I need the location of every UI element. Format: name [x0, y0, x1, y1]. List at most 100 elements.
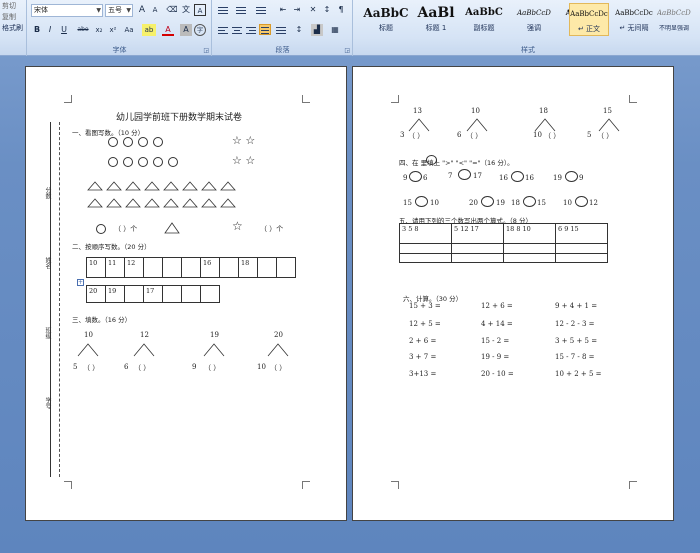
number-bond-lines-icon — [77, 343, 289, 357]
sequence-cell[interactable] — [162, 285, 182, 303]
compare-circle[interactable] — [458, 169, 471, 180]
format-painter-button[interactable]: 格式刷 — [2, 23, 23, 33]
dropdown-arrow-icon[interactable]: ▼ — [126, 5, 131, 16]
increase-indent-icon[interactable]: ⇥ — [291, 4, 303, 16]
style-subtle-emphasis[interactable]: AaBbCcDc 不明显强调 — [657, 3, 691, 36]
tree-blank[interactable]: （ ） — [134, 363, 150, 373]
align-right-icon[interactable] — [245, 25, 257, 36]
sequence-cell[interactable]: 11 — [105, 257, 125, 278]
document-page-1[interactable]: 分数 姓名 班级 学号 幼儿园学前班下册数学期末试卷 一、看图写数。（10 分）… — [25, 66, 347, 521]
copy-button[interactable]: 复制 — [2, 12, 16, 22]
compare-circle[interactable] — [481, 196, 494, 207]
tree-blank[interactable]: （ ） — [544, 131, 560, 141]
compare-right: 15 — [537, 199, 546, 207]
tree-blank[interactable]: （ ） — [408, 131, 424, 141]
bold-button[interactable]: B — [31, 24, 43, 36]
align-center-icon[interactable] — [231, 25, 243, 36]
shrink-font-button[interactable]: A — [149, 4, 161, 16]
font-name-combo[interactable]: 宋体 ▼ — [31, 4, 103, 17]
sequence-cell[interactable] — [181, 285, 201, 303]
answer-cell[interactable] — [555, 243, 608, 254]
compare-right: 10 — [430, 199, 439, 207]
bullets-icon[interactable] — [217, 5, 229, 16]
sort-icon[interactable]: ↕ — [321, 4, 333, 16]
strikethrough-button[interactable]: abe — [75, 24, 91, 36]
subscript-button[interactable]: x₂ — [93, 24, 105, 36]
borders-icon[interactable]: ▦ — [329, 24, 341, 36]
underline-button[interactable]: U — [58, 24, 70, 36]
style-title[interactable]: AaBbC 标题 — [360, 3, 412, 36]
sequence-cell[interactable] — [162, 257, 182, 278]
tree-blank[interactable]: （ ） — [597, 131, 613, 141]
style-normal[interactable]: AaBbCcDc ↵ 正文 — [569, 3, 609, 36]
sequence-cell[interactable]: 18 — [238, 257, 258, 278]
style-no-spacing[interactable]: AaBbCcDc ↵ 无间隔 — [612, 3, 656, 36]
char-border-button[interactable]: A — [194, 4, 206, 16]
table-move-handle-icon[interactable]: + — [77, 279, 84, 286]
sequence-cell[interactable] — [219, 257, 239, 278]
line-spacing-icon[interactable]: ↕ — [293, 24, 305, 36]
change-case-button[interactable]: Aa — [121, 24, 137, 36]
multilevel-list-icon[interactable] — [255, 5, 267, 16]
numbering-icon[interactable] — [235, 5, 247, 16]
sequence-cell[interactable] — [200, 285, 220, 303]
tree-blank[interactable]: （ ） — [466, 131, 482, 141]
clear-format-button[interactable]: ⌫ — [166, 4, 178, 16]
align-left-icon[interactable] — [217, 25, 229, 36]
sequence-cell[interactable] — [257, 257, 277, 278]
count-blank: （ ）个 — [114, 225, 138, 233]
compare-circle[interactable] — [565, 171, 578, 182]
answer-cell[interactable] — [399, 253, 452, 263]
font-color-button[interactable]: A — [162, 24, 174, 36]
tree-blank[interactable]: （ ） — [204, 363, 220, 373]
answer-cell[interactable] — [451, 243, 504, 254]
shading-icon[interactable]: ▟ — [311, 24, 323, 36]
style-heading1[interactable]: AaBl 标题 1 — [414, 3, 458, 36]
tree-blank[interactable]: （ ） — [83, 363, 99, 373]
grow-font-button[interactable]: A — [136, 4, 148, 16]
enclose-char-button[interactable]: 字 — [194, 24, 206, 36]
italic-button[interactable]: I — [44, 24, 56, 36]
sequence-cell[interactable] — [124, 285, 144, 303]
sequence-cell[interactable]: 10 — [86, 257, 106, 278]
distributed-icon[interactable] — [275, 25, 287, 36]
dialog-launcher-icon[interactable]: ◲ — [203, 47, 209, 54]
answer-cell[interactable] — [555, 253, 608, 263]
compare-circle[interactable] — [409, 171, 422, 182]
decrease-indent-icon[interactable]: ⇤ — [277, 4, 289, 16]
show-marks-icon[interactable]: ¶ — [335, 4, 347, 16]
sequence-cell[interactable]: 19 — [105, 285, 125, 303]
sequence-cell[interactable] — [143, 257, 163, 278]
tree-left-number: 10 — [533, 131, 542, 139]
sequence-cell[interactable]: 17 — [143, 285, 163, 303]
sequence-cell[interactable]: 16 — [200, 257, 220, 278]
char-shading-button[interactable]: A — [180, 24, 192, 36]
compare-left: 19 — [553, 174, 562, 182]
style-emphasis[interactable]: AaBbCcD 强调 — [510, 3, 558, 36]
highlight-button[interactable]: ab — [142, 24, 156, 36]
cut-button[interactable]: 剪切 — [2, 1, 16, 11]
chinese-layout-icon[interactable]: ✕ — [307, 4, 319, 16]
phonetic-guide-button[interactable]: 文 — [180, 4, 192, 16]
superscript-button[interactable]: x² — [107, 24, 119, 36]
tree-blank[interactable]: （ ） — [270, 363, 286, 373]
dropdown-arrow-icon[interactable]: ▼ — [96, 5, 101, 16]
style-subtitle[interactable]: AaBbC 副标题 — [460, 3, 508, 36]
compare-circle[interactable] — [511, 171, 524, 182]
justify-icon[interactable] — [259, 24, 271, 35]
sequence-cell[interactable]: 12 — [124, 257, 144, 278]
answer-cell[interactable] — [451, 253, 504, 263]
sequence-cell[interactable] — [276, 257, 296, 278]
paragraph-group: ⇤ ⇥ ✕ ↕ ¶ ↕ ▟ ▦ 段落 ◲ — [213, 0, 353, 56]
answer-cell[interactable] — [503, 253, 556, 263]
sequence-cell[interactable]: 20 — [86, 285, 106, 303]
font-size-combo[interactable]: 五号 ▼ — [105, 4, 133, 17]
document-page-2[interactable]: 13 10 18 15 3 （ ） 6 （ ） 10 （ ） 5 （ ） 四、在… — [352, 66, 674, 521]
compare-circle[interactable] — [523, 196, 536, 207]
sequence-cell[interactable] — [181, 257, 201, 278]
compare-circle[interactable] — [575, 196, 588, 207]
compare-circle[interactable] — [415, 196, 428, 207]
answer-cell[interactable] — [399, 243, 452, 254]
answer-cell[interactable] — [503, 243, 556, 254]
dialog-launcher-icon[interactable]: ◲ — [344, 47, 350, 54]
